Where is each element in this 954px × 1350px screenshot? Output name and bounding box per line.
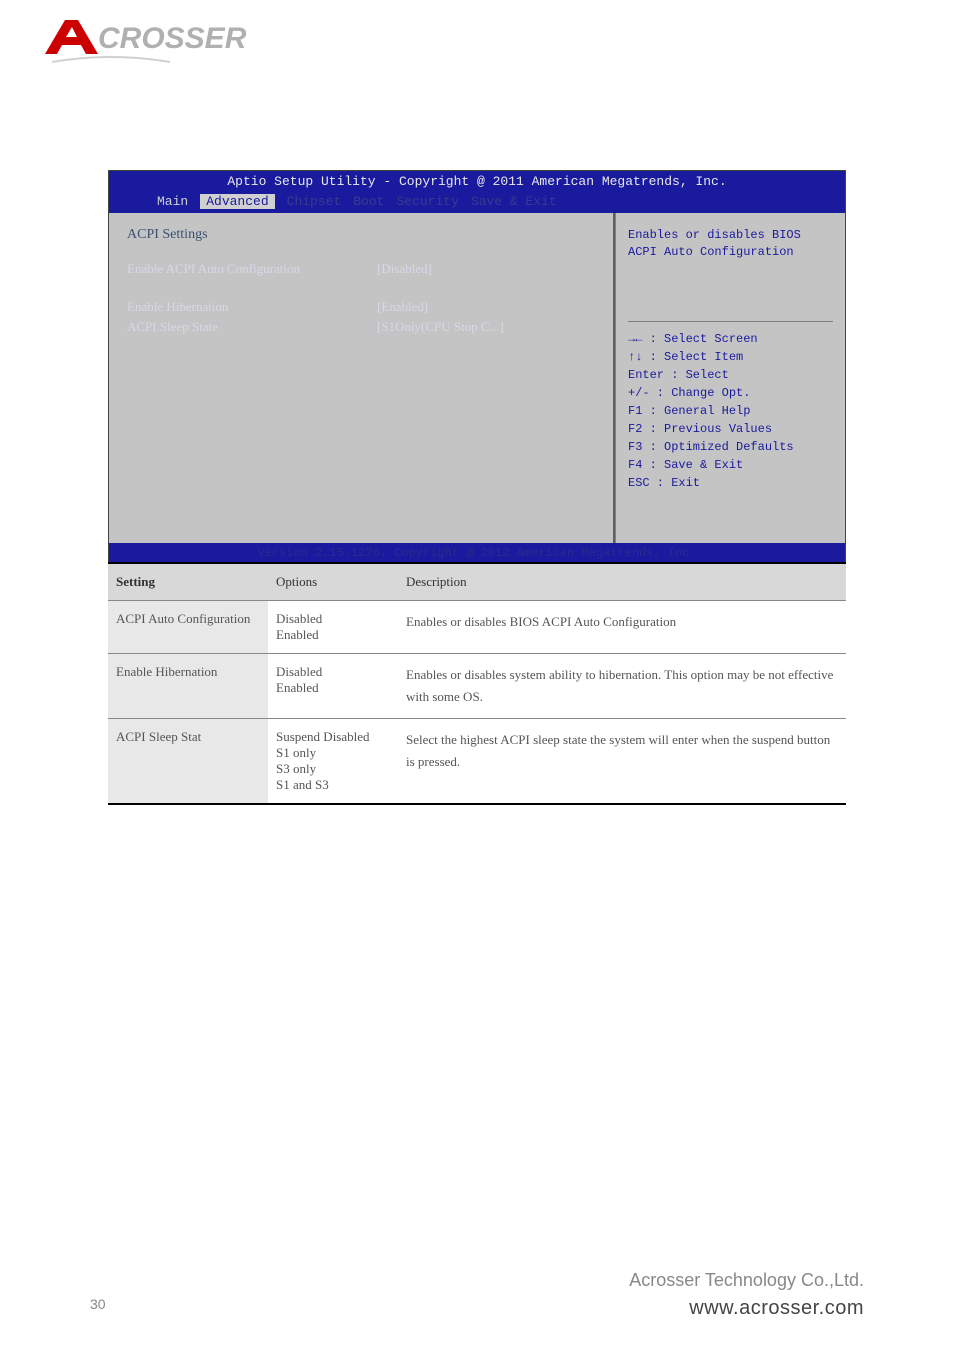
table-cell-description: Select the highest ACPI sleep state the …	[398, 719, 846, 805]
keyboard-help: →← : Select Screen ↑↓ : Select Item Ente…	[628, 330, 833, 492]
setting-label: Enable ACPI Auto Configuration	[127, 261, 377, 277]
key-help-line: →← : Select Screen	[628, 330, 833, 348]
tab-save-exit[interactable]: Save & Exit	[471, 194, 557, 209]
page-number: 30	[90, 1296, 106, 1312]
footer-company: Acrosser Technology Co.,Ltd.	[629, 1270, 864, 1291]
key-help-line: ↑↓ : Select Item	[628, 348, 833, 366]
table-cell-description: Enables or disables system ability to hi…	[398, 654, 846, 719]
section-title: ACPI Settings	[127, 227, 595, 243]
bios-help-panel: Enables or disables BIOS ACPI Auto Confi…	[615, 213, 845, 543]
bios-settings-panel: ACPI Settings Enable ACPI Auto Configura…	[109, 213, 615, 543]
key-help-line: +/- : Change Opt.	[628, 384, 833, 402]
key-help-line: F1 : General Help	[628, 402, 833, 420]
setting-value: [Disabled]	[377, 261, 432, 277]
acrosser-logo-icon: CROSSER	[40, 12, 300, 72]
setting-row[interactable]: Enable Hibernation [Enabled]	[127, 299, 595, 315]
table-cell-options: Suspend Disabled S1 only S3 only S1 and …	[268, 719, 398, 805]
table-row: ACPI Auto Configuration Disabled Enabled…	[108, 601, 846, 654]
key-help-line: F2 : Previous Values	[628, 420, 833, 438]
table-cell-setting: ACPI Sleep Stat	[108, 719, 268, 805]
bios-tab-bar: Main Advanced Chipset Boot Security Save…	[109, 192, 845, 213]
bios-title: Aptio Setup Utility - Copyright @ 2011 A…	[109, 171, 845, 192]
setting-row[interactable]: Enable ACPI Auto Configuration [Disabled…	[127, 261, 595, 277]
setting-value: [S1Only(CPU Stop C...]	[377, 319, 504, 335]
tab-security[interactable]: Security	[396, 194, 458, 209]
tab-main[interactable]: Main	[157, 194, 188, 209]
setting-label: ACPI Sleep State	[127, 319, 377, 335]
tab-advanced[interactable]: Advanced	[200, 194, 274, 209]
table-cell-description: Enables or disables BIOS ACPI Auto Confi…	[398, 601, 846, 654]
table-cell-options: Disabled Enabled	[268, 654, 398, 719]
table-cell-options: Disabled Enabled	[268, 601, 398, 654]
table-row: Enable Hibernation Disabled Enabled Enab…	[108, 654, 846, 719]
table-cell-setting: ACPI Auto Configuration	[108, 601, 268, 654]
table-header-options: Options	[268, 563, 398, 601]
table-row: ACPI Sleep Stat Suspend Disabled S1 only…	[108, 719, 846, 805]
bios-window: Aptio Setup Utility - Copyright @ 2011 A…	[108, 170, 846, 564]
tab-chipset[interactable]: Chipset	[287, 194, 342, 209]
settings-description-table: Setting Options Description ACPI Auto Co…	[108, 562, 846, 805]
key-help-line: ESC : Exit	[628, 474, 833, 492]
table-header-setting: Setting	[108, 563, 268, 601]
svg-text:CROSSER: CROSSER	[98, 22, 247, 55]
key-help-line: F3 : Optimized Defaults	[628, 438, 833, 456]
logo: CROSSER	[40, 12, 300, 72]
footer-url: www.acrosser.com	[629, 1297, 864, 1320]
key-help-line: Enter : Select	[628, 366, 833, 384]
tab-boot[interactable]: Boot	[353, 194, 384, 209]
setting-row[interactable]: ACPI Sleep State [S1Only(CPU Stop C...]	[127, 319, 595, 335]
setting-value: [Enabled]	[377, 299, 428, 315]
help-description: Enables or disables BIOS ACPI Auto Confi…	[628, 227, 833, 261]
setting-label: Enable Hibernation	[127, 299, 377, 315]
key-help-line: F4 : Save & Exit	[628, 456, 833, 474]
bios-footer: Version 2.15.1226. Copyright @ 2012 Amer…	[109, 543, 845, 563]
bios-body: ACPI Settings Enable ACPI Auto Configura…	[109, 213, 845, 543]
help-divider	[628, 321, 833, 322]
page-footer: Acrosser Technology Co.,Ltd. www.acrosse…	[629, 1270, 864, 1320]
table-cell-setting: Enable Hibernation	[108, 654, 268, 719]
table-header-description: Description	[398, 563, 846, 601]
